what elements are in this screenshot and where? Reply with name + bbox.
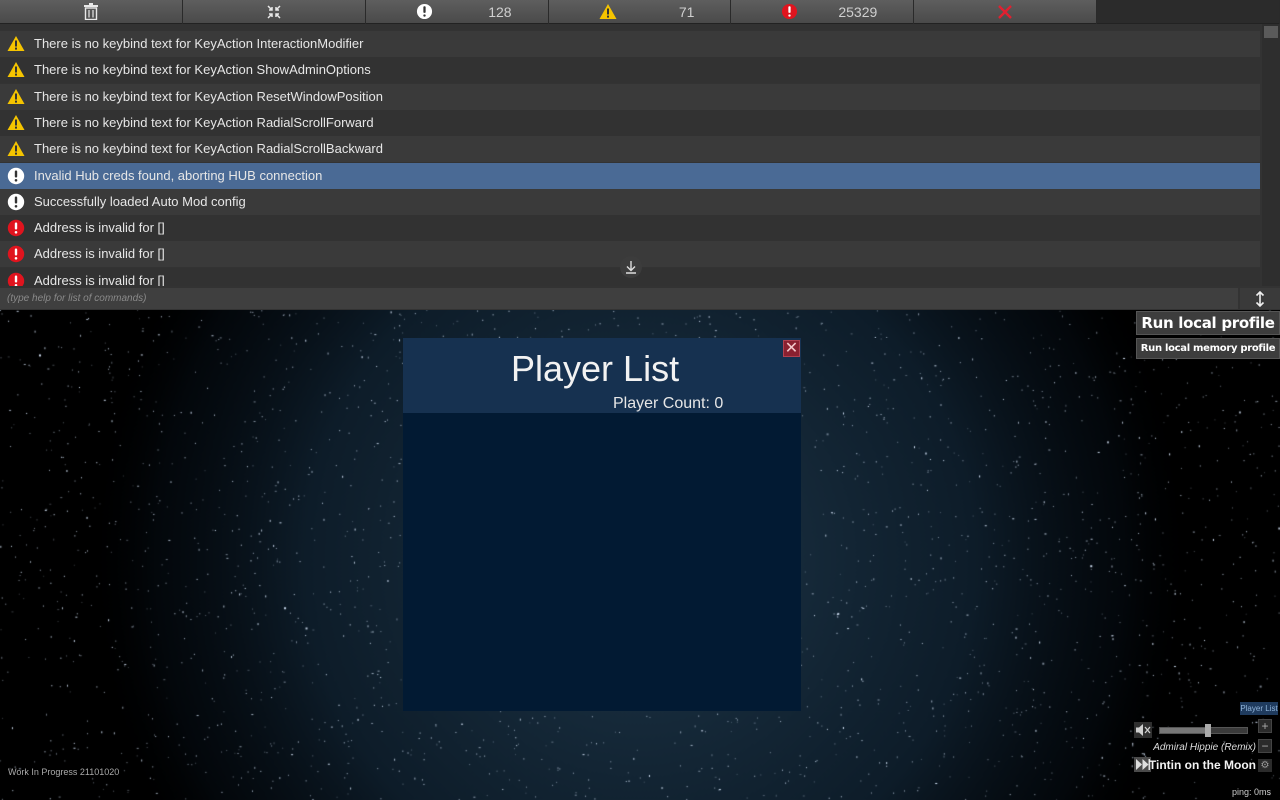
- player-count: Player Count: 0: [613, 395, 724, 412]
- info-filter-button[interactable]: 128: [365, 0, 548, 24]
- volume-slider[interactable]: [1159, 724, 1248, 737]
- command-input[interactable]: [0, 288, 1238, 309]
- console-scrollbar[interactable]: [1262, 24, 1280, 286]
- music-settings-icon[interactable]: ⚙: [1258, 759, 1272, 772]
- info-circle-icon: [7, 193, 25, 211]
- error-circle-icon: [7, 245, 25, 263]
- toolbar-spacer: [1097, 0, 1280, 24]
- warning-triangle-icon: [599, 4, 617, 19]
- log-entry-text: There is no keybind text for KeyAction R…: [34, 141, 383, 157]
- debug-console: 128 71 25329 There is no keybind text fo…: [0, 0, 1280, 310]
- collapse-console-button[interactable]: [182, 0, 365, 24]
- log-entry[interactable]: Successfully loaded Auto Mod config: [0, 188, 1260, 215]
- log-entry[interactable]: Address is invalid for []: [0, 215, 1260, 242]
- error-circle-icon: [782, 3, 798, 20]
- log-entry-text: There is no keybind text for KeyAction R…: [34, 88, 384, 104]
- arrow-down-icon: [626, 261, 636, 274]
- info-count: 128: [488, 4, 512, 20]
- warning-triangle-icon: [7, 140, 25, 158]
- log-entry[interactable]: There is no keybind text for KeyAction R…: [0, 136, 1260, 163]
- music-track-title: Tintin on the Moon: [1148, 758, 1256, 772]
- player-list-header[interactable]: Player List Player Count: 0 ✕: [403, 338, 801, 413]
- warning-triangle-icon: [7, 114, 25, 132]
- warning-triangle-icon: [7, 61, 25, 79]
- speaker-mute-icon[interactable]: [1134, 722, 1152, 738]
- warning-triangle-icon: [7, 35, 25, 53]
- run-local-profile-button[interactable]: Run local profile: [1136, 311, 1280, 335]
- collapse-arrows-icon: [267, 4, 281, 19]
- resize-vertical-icon: [1255, 290, 1265, 307]
- close-console-button[interactable]: [914, 0, 1097, 24]
- scrollbar-thumb[interactable]: [1264, 26, 1278, 38]
- volume-up-button[interactable]: +: [1258, 719, 1272, 733]
- clear-console-button[interactable]: [0, 0, 182, 24]
- player-list-window: Player List Player Count: 0 ✕: [403, 338, 801, 711]
- player-list-tab[interactable]: Player List: [1240, 702, 1278, 715]
- log-entry[interactable]: There is no keybind text for KeyAction R…: [0, 109, 1260, 136]
- close-x-icon: [998, 4, 1013, 19]
- warning-count: 71: [678, 4, 695, 20]
- log-entry-text: Address is invalid for []: [34, 272, 165, 286]
- volume-fill: [1160, 728, 1208, 733]
- player-list-title: Player List: [511, 348, 680, 389]
- warning-triangle-icon: [7, 88, 25, 106]
- log-entry[interactable]: There is no keybind text for KeyAction S…: [0, 57, 1260, 84]
- log-entry-text: Invalid Hub creds found, aborting HUB co…: [34, 167, 323, 183]
- scroll-to-bottom-button[interactable]: [620, 256, 642, 278]
- log-entry-text: There is no keybind text for KeyAction I…: [34, 36, 364, 51]
- log-entry-partial[interactable]: [0, 24, 1260, 30]
- error-circle-icon: [7, 219, 25, 237]
- close-player-list-button[interactable]: ✕: [783, 340, 800, 357]
- error-count: 25329: [838, 4, 878, 20]
- version-label: Work In Progress 21101020: [8, 767, 120, 777]
- log-entry[interactable]: There is no keybind text for KeyAction R…: [0, 83, 1260, 110]
- console-resize-button[interactable]: [1240, 288, 1280, 309]
- info-circle-icon: [7, 167, 25, 185]
- log-entry-text: Successfully loaded Auto Mod config: [34, 193, 246, 209]
- ping-label: ping: 0ms: [1231, 787, 1271, 797]
- log-entry-text: Address is invalid for []: [34, 220, 165, 236]
- error-filter-button[interactable]: 25329: [731, 0, 914, 24]
- log-entry[interactable]: Invalid Hub creds found, aborting HUB co…: [0, 162, 1260, 189]
- console-log: There is no keybind text for KeyAction I…: [0, 24, 1262, 286]
- log-entry-text: Address is invalid for []: [34, 246, 165, 262]
- log-entry-text: There is no keybind text for KeyAction S…: [34, 62, 371, 78]
- info-circle-icon: [416, 3, 432, 20]
- console-toolbar: 128 71 25329: [0, 0, 1280, 24]
- trash-icon: [83, 3, 98, 20]
- music-artist: Admiral Hippie (Remix): [1153, 742, 1256, 753]
- run-local-memory-profile-button[interactable]: Run local memory profile: [1136, 338, 1280, 359]
- error-circle-icon: [7, 272, 25, 286]
- warning-filter-button[interactable]: 71: [548, 0, 731, 24]
- log-entry-text: There is no keybind text for KeyAction R…: [34, 114, 374, 130]
- volume-handle[interactable]: [1205, 724, 1211, 737]
- warning-triangle-icon: [7, 24, 25, 26]
- volume-down-button[interactable]: −: [1258, 739, 1272, 753]
- player-list-body: [403, 413, 801, 711]
- log-entry[interactable]: There is no keybind text for KeyAction I…: [0, 31, 1260, 57]
